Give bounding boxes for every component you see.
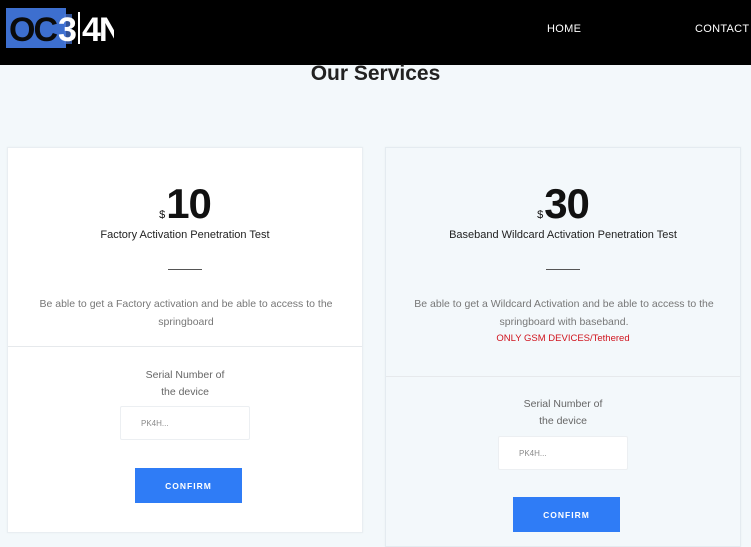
service-description: Be able to get a Wildcard Activation and… — [414, 298, 714, 328]
price-amount: 30 — [544, 180, 590, 227]
svg-text:3: 3 — [58, 11, 76, 48]
navbar: OC 3 4N HOME CONTACT — [0, 0, 751, 65]
nav-home-link[interactable]: HOME — [547, 23, 581, 35]
price: $10 — [8, 181, 362, 227]
service-name: Factory Activation Penetration Test — [100, 229, 270, 241]
serial-number-input[interactable] — [498, 436, 628, 470]
serial-label-line2: the device — [539, 415, 587, 427]
svg-text:4N: 4N — [82, 11, 114, 48]
serial-number-input[interactable] — [120, 406, 250, 440]
currency-symbol: $ — [159, 209, 166, 221]
serial-label-line2: the device — [161, 386, 209, 398]
serial-label: Serial Number of the device — [386, 396, 740, 430]
serial-label-line1: Serial Number of — [523, 398, 603, 410]
serial-label: Serial Number of the device — [8, 367, 362, 401]
site-logo[interactable]: OC 3 4N — [6, 8, 114, 48]
card-divider — [386, 376, 740, 377]
service-description: Be able to get a Factory activation and … — [39, 298, 333, 328]
nav-contact-link[interactable]: CONTACT — [695, 23, 749, 35]
price-amount: 10 — [166, 180, 212, 227]
currency-symbol: $ — [537, 209, 544, 221]
price: $30 — [386, 181, 740, 227]
title-underline — [546, 269, 580, 270]
gsm-warning: ONLY GSM DEVICES/Tethered — [496, 333, 630, 344]
service-card-baseband: $30 Baseband Wildcard Activation Penetra… — [385, 147, 741, 547]
serial-label-line1: Serial Number of — [145, 369, 225, 381]
confirm-button[interactable]: CONFIRM — [513, 497, 620, 532]
title-underline — [168, 269, 202, 270]
card-divider — [8, 346, 362, 347]
confirm-button[interactable]: CONFIRM — [135, 468, 242, 503]
svg-text:OC: OC — [9, 11, 57, 48]
service-card-factory: $10 Factory Activation Penetration Test … — [7, 147, 363, 533]
service-name: Baseband Wildcard Activation Penetration… — [449, 229, 677, 241]
page-title: Our Services — [310, 62, 441, 85]
